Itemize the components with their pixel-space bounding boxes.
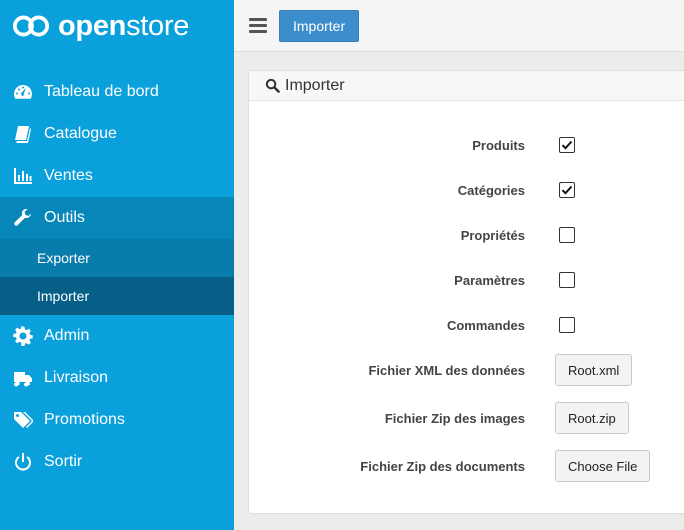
import-panel: Importer Produits Catégories Propriétés …	[248, 70, 684, 514]
sidebar-subitem-label: Exporter	[37, 250, 90, 266]
checkmark-icon	[561, 140, 573, 150]
choose-file-button[interactable]: Choose File	[555, 450, 651, 482]
book-icon	[12, 124, 34, 144]
sidebar-item-dashboard[interactable]: Tableau de bord	[0, 71, 234, 113]
sidebar-item-label: Ventes	[44, 167, 93, 184]
images-zip-label: Fichier Zip des images	[384, 410, 525, 426]
row-proprietes: Propriétés	[249, 226, 684, 244]
sidebar-subitem-exporter[interactable]: Exporter	[0, 239, 234, 277]
sidebar-item-label: Outils	[44, 209, 85, 226]
images-zip-button[interactable]: Root.zip	[555, 402, 629, 434]
gear-icon	[12, 326, 34, 346]
sidebar-item-ventes[interactable]: Ventes	[0, 155, 234, 197]
produits-checkbox[interactable]	[559, 137, 575, 153]
commandes-label: Commandes	[446, 317, 525, 333]
row-commandes: Commandes	[249, 316, 684, 334]
commandes-checkbox[interactable]	[559, 317, 575, 333]
sidebar-item-label: Sortir	[44, 453, 83, 470]
row-categories: Catégories	[249, 181, 684, 199]
sidebar-subitem-importer[interactable]: Importer	[0, 277, 234, 315]
parametres-checkbox[interactable]	[559, 272, 575, 288]
produits-label: Produits	[472, 137, 525, 153]
truck-icon	[12, 368, 34, 388]
tags-icon	[12, 410, 34, 430]
brand-name-bold: open	[58, 9, 127, 42]
sidebar-item-admin[interactable]: Admin	[0, 315, 234, 357]
panel-title: Importer	[285, 76, 345, 94]
checkmark-icon	[561, 185, 573, 195]
search-icon	[265, 78, 280, 93]
parametres-label: Paramètres	[454, 272, 525, 288]
bar-chart-icon	[12, 166, 34, 186]
hamburger-icon[interactable]	[249, 18, 267, 33]
row-parametres: Paramètres	[249, 271, 684, 289]
wrench-icon	[12, 208, 34, 228]
row-documents-zip: Fichier Zip des documents Choose File	[249, 450, 684, 482]
categories-checkbox[interactable]	[559, 182, 575, 198]
sidebar-item-label: Livraison	[44, 369, 109, 386]
sidebar-menu: Tableau de bord Catalogue Ventes Outils …	[0, 71, 234, 483]
sidebar-subitem-label: Importer	[37, 288, 90, 304]
logo-mark-icon	[12, 15, 50, 37]
xml-file-button[interactable]: Root.xml	[555, 354, 633, 386]
top-bar: Importer	[234, 0, 684, 52]
sidebar-item-promotions[interactable]: Promotions	[0, 399, 234, 441]
proprietes-checkbox[interactable]	[559, 227, 575, 243]
sidebar-item-sortir[interactable]: Sortir	[0, 441, 234, 483]
sidebar-item-livraison[interactable]: Livraison	[0, 357, 234, 399]
sidebar-item-label: Promotions	[44, 411, 125, 428]
importer-button[interactable]: Importer	[279, 10, 360, 42]
categories-label: Catégories	[457, 182, 525, 198]
xml-file-label: Fichier XML des données	[368, 362, 525, 378]
sidebar-item-label: Admin	[44, 327, 90, 344]
proprietes-label: Propriétés	[460, 227, 525, 243]
sidebar-item-outils[interactable]: Outils	[0, 197, 234, 239]
row-images-zip: Fichier Zip des images Root.zip	[249, 402, 684, 434]
sidebar-item-label: Tableau de bord	[44, 83, 159, 100]
sidebar-item-label: Catalogue	[44, 125, 117, 142]
row-xml-file: Fichier XML des données Root.xml	[249, 354, 684, 386]
brand-logo[interactable]: openstore	[0, 0, 234, 52]
panel-header: Importer	[249, 71, 684, 101]
power-icon	[12, 452, 34, 472]
row-produits: Produits	[249, 136, 684, 154]
sidebar: openstore Tableau de bord Catalogue Vent…	[0, 0, 234, 530]
brand-name-light: store	[126, 9, 190, 42]
dashboard-icon	[12, 82, 34, 102]
sidebar-item-catalogue[interactable]: Catalogue	[0, 113, 234, 155]
brand-name: openstore	[58, 9, 190, 42]
documents-zip-label: Fichier Zip des documents	[360, 458, 525, 474]
